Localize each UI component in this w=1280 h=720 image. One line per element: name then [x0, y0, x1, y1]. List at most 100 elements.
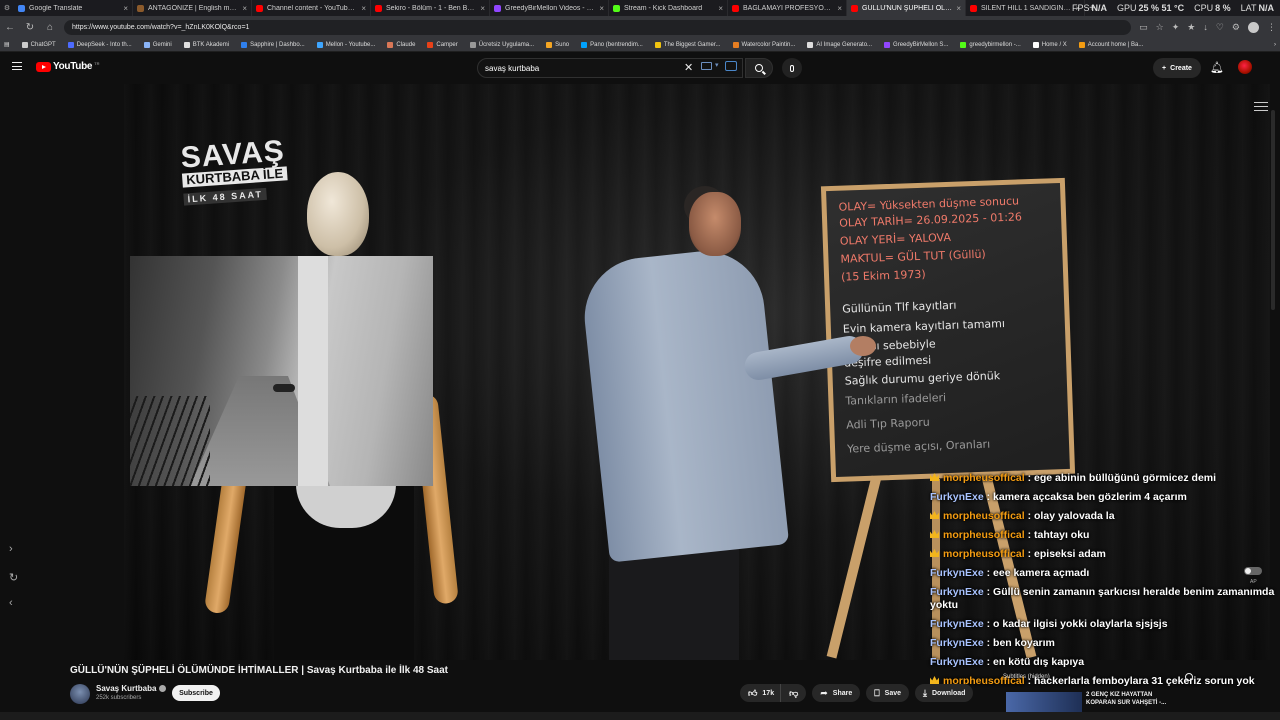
- bookmark-item[interactable]: AI Image Generato...: [807, 41, 872, 48]
- moderator-crown-icon: [930, 549, 939, 557]
- channel-avatar[interactable]: [70, 684, 90, 704]
- bookmark-item[interactable]: Suno: [546, 41, 569, 48]
- close-tab-icon[interactable]: ×: [956, 4, 961, 13]
- bookmark-item[interactable]: Mellon - Youtube...: [316, 41, 375, 48]
- notifications-bell-icon[interactable]: 🔔︎: [1210, 61, 1224, 74]
- download-button[interactable]: ⤓ Download: [915, 684, 974, 702]
- bookmarks-overflow-icon[interactable]: ›: [1274, 42, 1276, 48]
- reload-icon[interactable]: ↻: [24, 21, 36, 33]
- create-button[interactable]: + Create: [1153, 58, 1201, 78]
- close-tab-icon[interactable]: ×: [480, 4, 485, 13]
- tab-title: Sekiro - Bölüm - 1 - Ben Bu Oyunu: [386, 4, 477, 12]
- bookmark-item[interactable]: greedybirmellon -...: [960, 41, 1021, 48]
- clear-search-icon[interactable]: ✕: [684, 61, 693, 74]
- browser-tab[interactable]: ANTAGONIZE | English meaning -×: [133, 0, 252, 16]
- scrollbar[interactable]: [1271, 110, 1275, 310]
- browser-tab[interactable]: Google Translate ×: [14, 0, 133, 16]
- close-tab-icon[interactable]: ×: [123, 4, 128, 13]
- mannequin-head: [307, 172, 369, 256]
- translate-extension-icon[interactable]: [725, 61, 737, 71]
- sidebar-menu-icon[interactable]: [1254, 102, 1268, 114]
- bookmark-item[interactable]: Sapphire | Dashbo...: [241, 41, 305, 48]
- downloads-icon[interactable]: ↓: [1203, 22, 1208, 32]
- browser-tab[interactable]: GÜLLÜ'NÜN ŞÜPHELİ ÖLÜM ×: [847, 0, 966, 16]
- home-icon[interactable]: ⌂: [44, 21, 56, 33]
- bookmarks-folder-icon[interactable]: ▤: [4, 41, 10, 48]
- browser-tab[interactable]: Stream - Kick Dashboard ×: [609, 0, 728, 16]
- install-icon[interactable]: ▭: [1139, 22, 1148, 33]
- subscribe-button[interactable]: Subscribe: [172, 685, 220, 701]
- bookmark-item[interactable]: Account home | Ba...: [1078, 41, 1143, 48]
- channel-name[interactable]: Savaş Kurtbaba: [96, 684, 167, 693]
- chat-text: : hackerlarla femboylara 31 çekeriz soru…: [1024, 675, 1255, 687]
- bookmark-star-icon[interactable]: ☆: [1156, 22, 1164, 33]
- bookmark-item[interactable]: Watercolor Paintin...: [732, 41, 795, 48]
- close-tab-icon[interactable]: ×: [361, 4, 366, 13]
- extensions-icon[interactable]: ✦: [1172, 22, 1180, 33]
- tab-title: GreedyBirMellon Videos - Watch: [505, 4, 597, 12]
- bookmark-item[interactable]: Camper: [427, 41, 458, 48]
- close-tab-icon[interactable]: ×: [242, 4, 247, 13]
- back-icon[interactable]: ←: [4, 21, 16, 33]
- bookmark-label: Camper: [436, 41, 458, 48]
- voice-search-button[interactable]: [782, 58, 802, 78]
- bookmark-item[interactable]: Ücretsiz Uygulama...: [469, 41, 534, 48]
- bookmark-item[interactable]: BTK Akademi: [183, 41, 229, 48]
- bookmark-favicon-icon: [732, 41, 739, 48]
- favorites-icon[interactable]: ★: [1187, 22, 1195, 33]
- chat-username: FurkynExe: [930, 567, 984, 579]
- more-menu-icon[interactable]: ⋮: [1267, 22, 1276, 33]
- browser-tab[interactable]: BAĞLAMAYI PROFESYONEL ÇALM×: [728, 0, 847, 16]
- bookmark-item[interactable]: DeepSeek - Into th...: [67, 41, 132, 48]
- refresh-icon[interactable]: ↻: [9, 571, 18, 584]
- settings-icon[interactable]: ⚙: [1232, 22, 1240, 33]
- chat-text: : o kadar ilgisi yokki olaylarla sjsjsjs: [983, 618, 1168, 630]
- bookmark-item[interactable]: Pano (bentrendim...: [581, 41, 643, 48]
- share-button[interactable]: ➦ Share: [812, 684, 861, 702]
- bookmark-item[interactable]: ChatGPT: [21, 41, 56, 48]
- tab-favicon-icon: [970, 4, 977, 12]
- browser-menu-icon[interactable]: ⚙: [0, 4, 14, 12]
- bookmark-item[interactable]: Gemini: [143, 41, 172, 48]
- bookmark-label: Claude: [396, 41, 416, 48]
- chevron-left-icon[interactable]: ‹: [9, 597, 13, 609]
- browser-tab[interactable]: Channel content - YouTube Studio×: [252, 0, 371, 16]
- chevron-right-icon[interactable]: ›: [9, 543, 13, 555]
- keyboard-icon[interactable]: [701, 62, 712, 70]
- browser-tab[interactable]: Sekiro - Bölüm - 1 - Ben Bu Oyunu×: [371, 0, 490, 16]
- youtube-play-icon: [36, 61, 51, 72]
- bookmark-item[interactable]: Home / X: [1032, 41, 1067, 48]
- account-avatar[interactable]: [1238, 60, 1252, 74]
- bookmark-label: greedybirmellon -...: [969, 41, 1021, 48]
- cctv-door: [298, 256, 328, 486]
- bookmark-item[interactable]: The Biggest Gamer...: [654, 41, 721, 48]
- gpu-label: GPU: [1116, 3, 1137, 13]
- search-button[interactable]: [745, 58, 773, 78]
- close-tab-icon[interactable]: ×: [599, 4, 604, 13]
- chat-text: : ben koyarım: [983, 637, 1055, 649]
- close-tab-icon[interactable]: ×: [837, 4, 842, 13]
- fps-value: N/A: [1091, 3, 1107, 13]
- guide-menu-icon[interactable]: [12, 62, 22, 70]
- url-field[interactable]: https://www.youtube.com/watch?v=_hZnLK0K…: [64, 19, 1132, 35]
- bookmark-item[interactable]: Claude: [387, 41, 416, 48]
- chevron-down-icon[interactable]: ▾: [715, 61, 719, 69]
- profile-avatar[interactable]: [1248, 21, 1259, 33]
- autoplay-toggle[interactable]: [1244, 567, 1262, 575]
- chat-message: morpheusoffical : tahtayı oku: [930, 529, 1275, 542]
- save-button[interactable]: ⎕ Save: [866, 684, 910, 702]
- dislike-button[interactable]: 👎︎: [781, 684, 807, 702]
- gear-icon[interactable]: [1185, 673, 1193, 681]
- like-button[interactable]: 👍︎ 17k: [740, 684, 782, 702]
- browser-tab[interactable]: GreedyBirMellon Videos - Watch ×: [490, 0, 609, 16]
- close-tab-icon[interactable]: ×: [718, 4, 723, 13]
- bookmark-favicon-icon: [960, 41, 967, 48]
- address-bar-row: ← ↻ ⌂ https://www.youtube.com/watch?v=_h…: [0, 16, 1280, 38]
- recommended-title[interactable]: 2 GENÇ KIZ HAYATTAN KOPARAN SUR VAHŞETİ …: [1086, 691, 1176, 707]
- browser-tab[interactable]: SILENT HILL 1 SANDIĞINIZDAN×: [966, 0, 1085, 16]
- youtube-logo[interactable]: YouTube TR: [36, 61, 100, 72]
- cctv-footage-inset: [130, 256, 433, 486]
- logo-text: YouTube: [53, 61, 93, 72]
- bookmark-item[interactable]: GreedyBirMellon S...: [884, 41, 948, 48]
- heart-icon[interactable]: ♡: [1216, 22, 1224, 33]
